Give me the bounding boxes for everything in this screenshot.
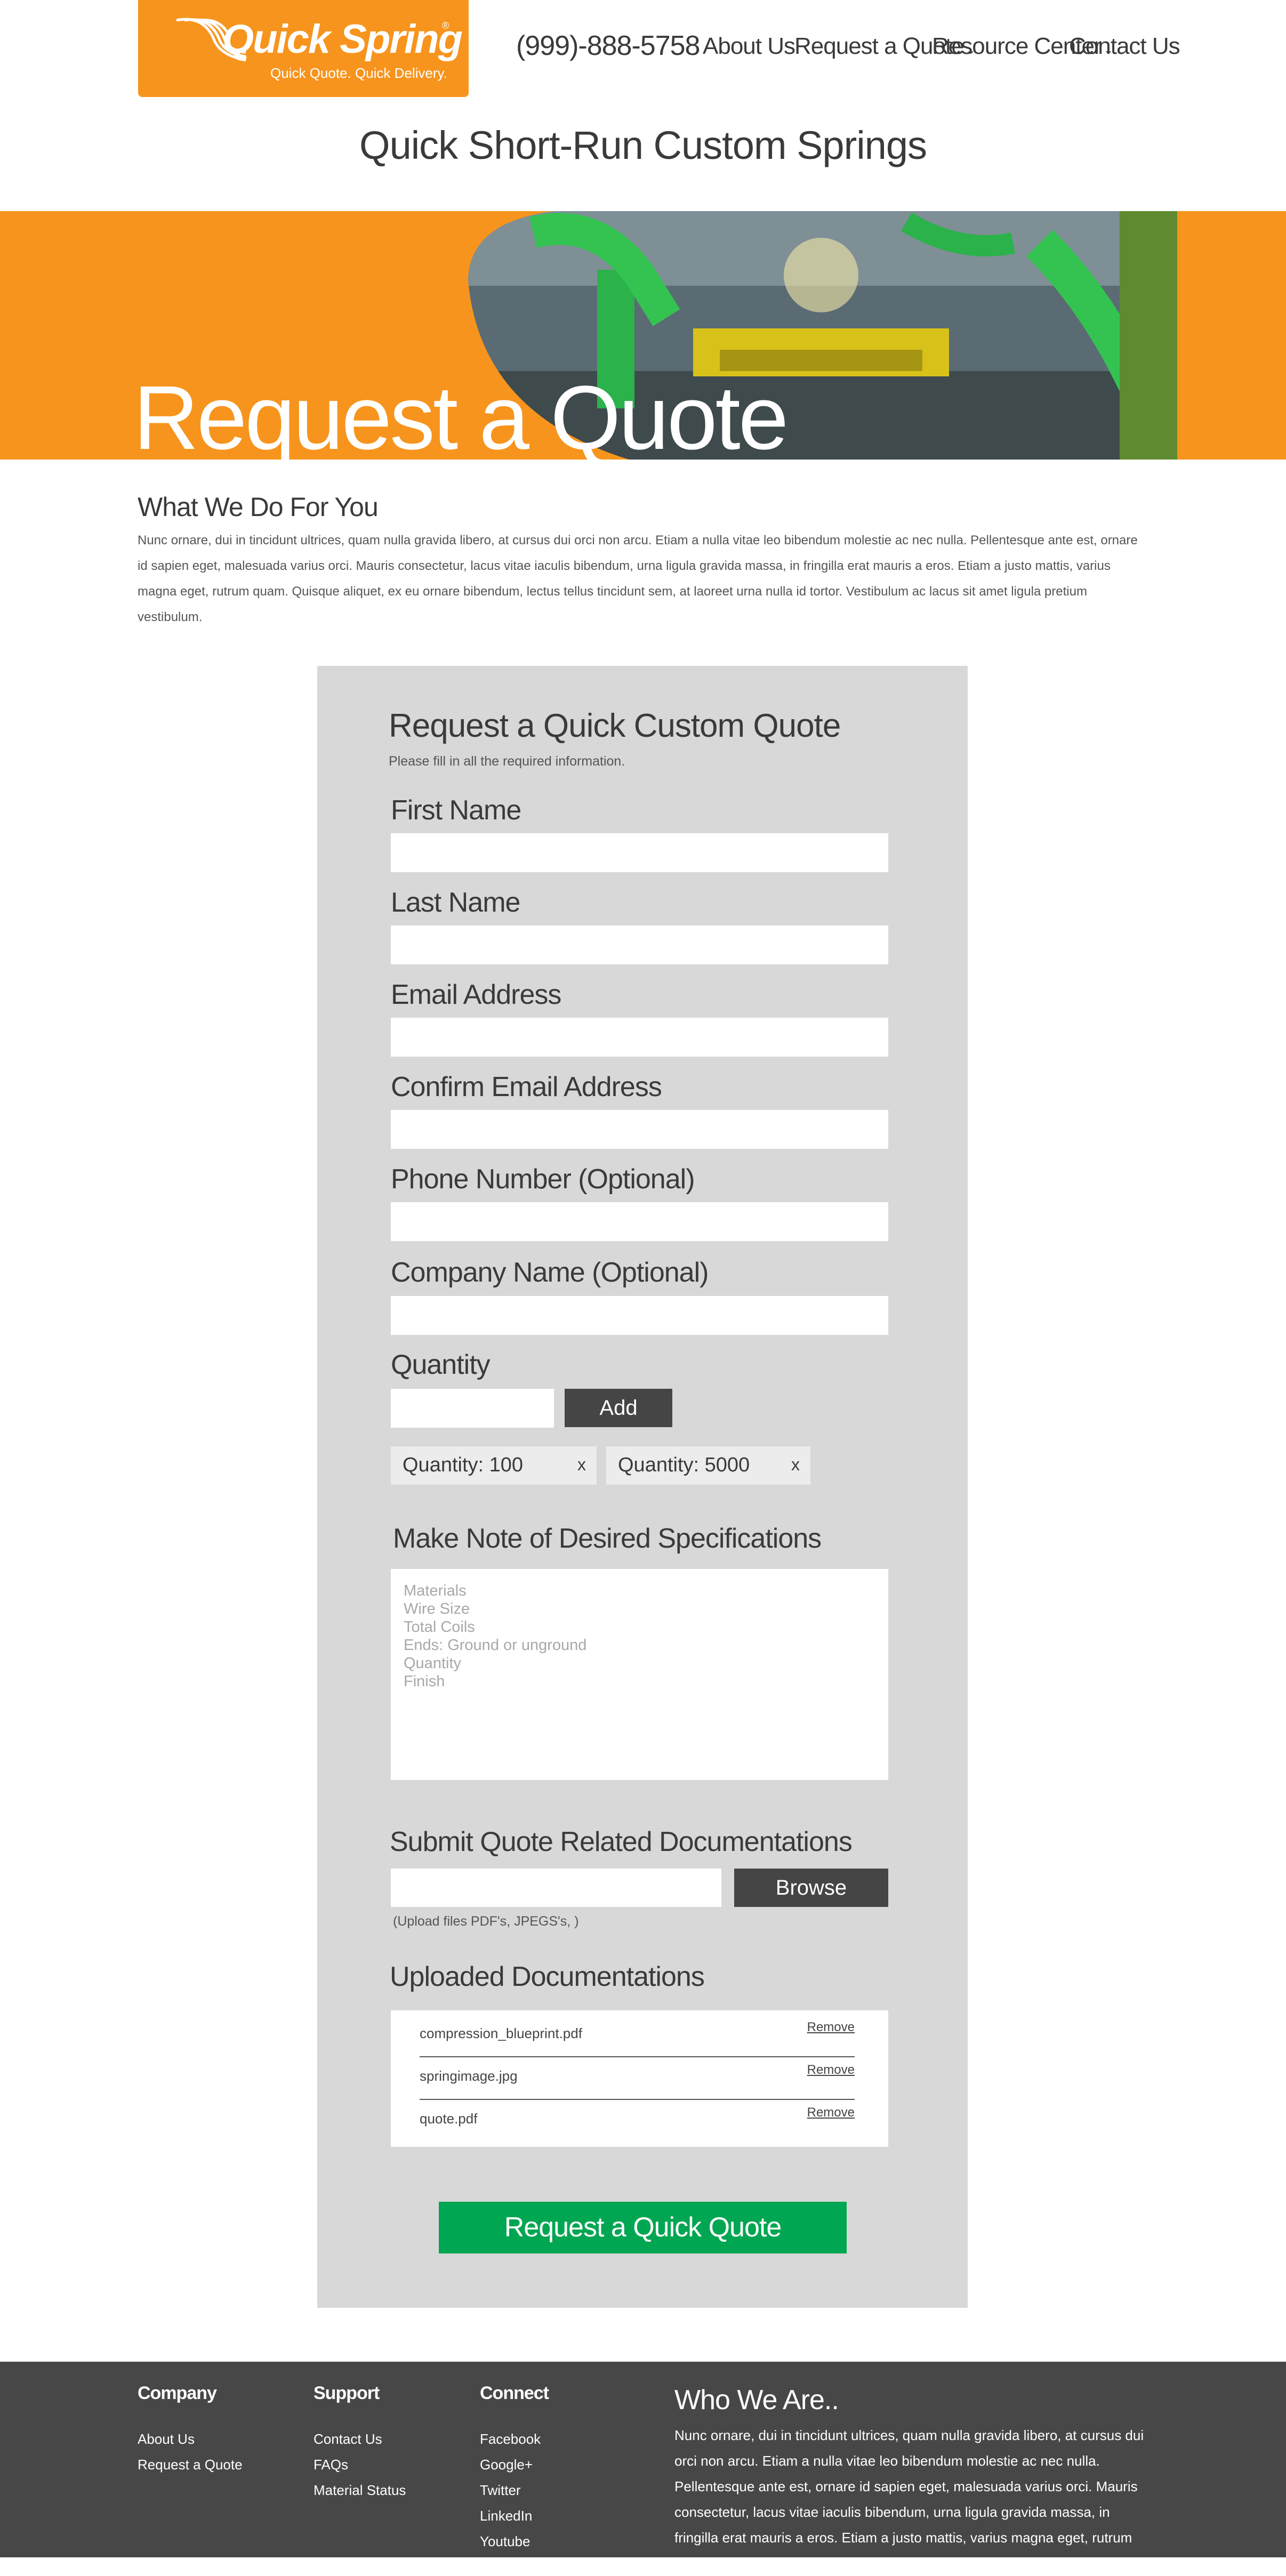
last-name-label: Last Name	[391, 887, 520, 918]
quantity-input[interactable]	[391, 1389, 554, 1428]
footer-link-google-plus[interactable]: Google+	[480, 2457, 533, 2473]
uploaded-docs-list: compression_blueprint.pdf Remove springi…	[391, 2010, 888, 2147]
page-title: Quick Short-Run Custom Springs	[359, 123, 927, 167]
document-name: compression_blueprint.pdf	[420, 2025, 582, 2041]
browse-button[interactable]: Browse	[734, 1869, 888, 1907]
footer-link-about-us[interactable]: About Us	[138, 2431, 195, 2448]
upload-hint: (Upload files PDF's, JPEGS's, )	[393, 1914, 579, 1929]
document-name: quote.pdf	[420, 2111, 478, 2127]
add-quantity-button[interactable]: Add	[565, 1389, 672, 1427]
request-quote-submit-button[interactable]: Request a Quick Quote	[439, 2202, 847, 2253]
company-label: Company Name (Optional)	[391, 1257, 709, 1288]
footer-link-material-status[interactable]: Material Status	[314, 2482, 406, 2499]
logo[interactable]: Quick Spring ® Quick Quote. Quick Delive…	[138, 0, 469, 97]
footer-connect-heading: Connect	[480, 2383, 549, 2403]
hero-banner: Request a Quote	[0, 211, 1286, 460]
email-input[interactable]	[391, 1018, 888, 1057]
quantity-tag: Quantity: 5000 x	[606, 1446, 810, 1485]
remove-document-link[interactable]: Remove	[807, 2105, 855, 2120]
document-name: springimage.jpg	[420, 2068, 518, 2084]
quantity-tag: Quantity: 100 x	[391, 1446, 597, 1485]
email-label: Email Address	[391, 979, 561, 1010]
logo-tagline: Quick Quote. Quick Delivery.	[270, 65, 447, 81]
remove-document-link[interactable]: Remove	[807, 2020, 855, 2035]
last-name-input[interactable]	[391, 925, 888, 964]
quantity-tag-label: Quantity: 5000	[618, 1454, 750, 1476]
remove-quantity-button[interactable]: x	[791, 1455, 800, 1475]
quantity-label: Quantity	[391, 1349, 491, 1380]
footer-link-twitter[interactable]: Twitter	[480, 2482, 521, 2499]
first-name-input[interactable]	[391, 833, 888, 872]
header-phone[interactable]: (999)-888-5758	[516, 30, 700, 62]
nav-about-us[interactable]: About Us	[703, 33, 795, 60]
specs-textarea[interactable]: Materials Wire Size Total Coils Ends: Gr…	[391, 1569, 888, 1780]
logo-registered-mark: ®	[442, 20, 449, 31]
footer-link-request-quote[interactable]: Request a Quote	[138, 2457, 243, 2473]
hero-title: Request a Quote	[133, 367, 789, 460]
first-name-label: First Name	[391, 795, 521, 826]
quantity-tag-label: Quantity: 100	[403, 1454, 524, 1476]
footer-link-linkedin[interactable]: LinkedIn	[480, 2508, 532, 2524]
list-item: springimage.jpg Remove	[420, 2053, 855, 2096]
footer-link-youtube[interactable]: Youtube	[480, 2533, 530, 2550]
upload-label: Submit Quote Related Documentations	[390, 1826, 853, 1857]
upload-file-input[interactable]	[391, 1869, 721, 1907]
confirm-email-label: Confirm Email Address	[391, 1072, 662, 1102]
footer-link-contact-us[interactable]: Contact Us	[314, 2431, 382, 2448]
logo-brand: Quick Spring	[222, 17, 463, 62]
footer-link-faqs[interactable]: FAQs	[314, 2457, 348, 2473]
phone-input[interactable]	[391, 1202, 888, 1241]
remove-document-link[interactable]: Remove	[807, 2063, 855, 2078]
specs-placeholder: Materials Wire Size Total Coils Ends: Gr…	[404, 1582, 587, 1690]
phone-label: Phone Number (Optional)	[391, 1164, 695, 1195]
intro-heading: What We Do For You	[138, 492, 379, 522]
form-title: Request a Quick Custom Quote	[389, 707, 841, 744]
specs-label: Make Note of Desired Specifications	[393, 1523, 822, 1554]
footer-company-heading: Company	[138, 2383, 217, 2403]
list-item: quote.pdf Remove	[420, 2096, 855, 2138]
intro-body: Nunc ornare, dui in tincidunt ultrices, …	[138, 533, 1138, 624]
company-input[interactable]	[391, 1296, 888, 1335]
footer-who-heading: Who We Are..	[674, 2385, 839, 2416]
footer-who-body: Nunc ornare, dui in tincidunt ultrices, …	[674, 2427, 1144, 2571]
form-subtitle: Please fill in all the required informat…	[389, 754, 625, 769]
nav-contact-us[interactable]: Contact Us	[1069, 33, 1180, 60]
nav-contact-us-label: Contact Us	[1069, 33, 1180, 59]
footer-support-heading: Support	[314, 2383, 380, 2403]
remove-quantity-button[interactable]: x	[577, 1455, 586, 1475]
confirm-email-input[interactable]	[391, 1110, 888, 1149]
footer-link-facebook[interactable]: Facebook	[480, 2431, 541, 2448]
nav-about-us-label: About Us	[703, 33, 795, 59]
uploaded-docs-label: Uploaded Documentations	[390, 1961, 705, 1992]
list-item: compression_blueprint.pdf Remove	[420, 2010, 855, 2053]
